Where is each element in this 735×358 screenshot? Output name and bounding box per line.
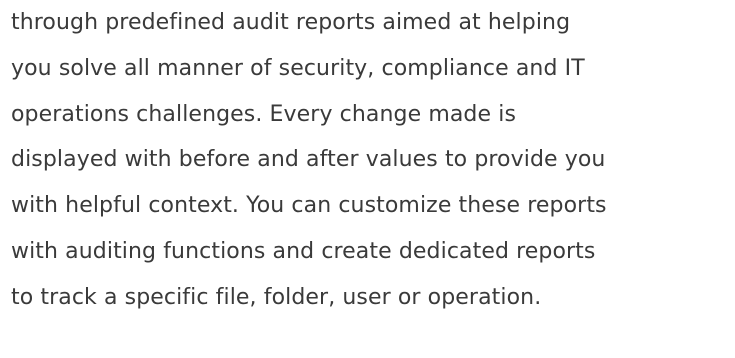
paragraph-line: to track a specific file, folder, user o… bbox=[11, 284, 542, 310]
paragraph-line: you solve all manner of security, compli… bbox=[11, 55, 585, 81]
document-page: through predefined audit reports aimed a… bbox=[0, 0, 735, 358]
paragraph-line: displayed with before and after values t… bbox=[11, 147, 606, 173]
paragraph-line: operations challenges. Every change made… bbox=[11, 101, 517, 127]
body-paragraph: through predefined audit reports aimed a… bbox=[11, 0, 731, 321]
paragraph-line: through predefined audit reports aimed a… bbox=[11, 10, 571, 35]
paragraph-line: with auditing functions and create dedic… bbox=[11, 238, 596, 264]
paragraph-line: with helpful context. You can customize … bbox=[11, 193, 607, 219]
